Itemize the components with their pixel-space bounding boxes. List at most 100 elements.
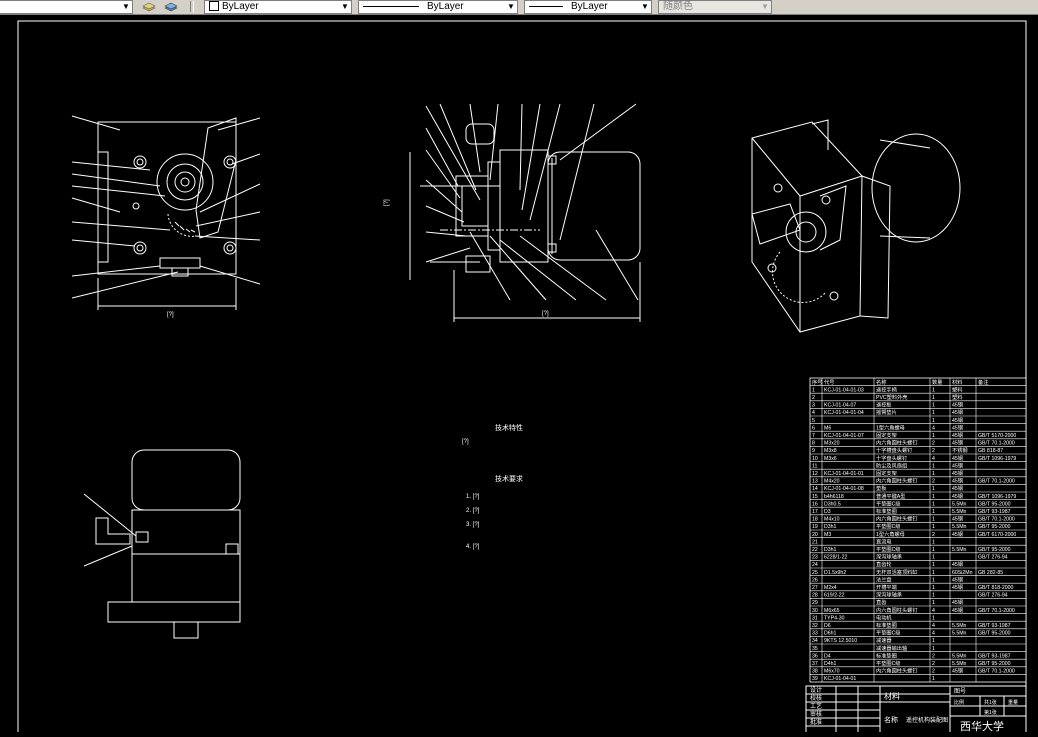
bom-cell: 平垫圈C级 bbox=[876, 499, 901, 507]
bom-cell: 37 bbox=[812, 661, 818, 667]
bom-cell: KCJ-01-04-07 bbox=[824, 403, 856, 409]
bom-cell: 28 bbox=[812, 593, 818, 599]
bom-cell: 1 bbox=[932, 395, 935, 401]
bom-cell: 直齿轮 bbox=[876, 560, 892, 568]
bom-cell: 6228/1-22 bbox=[824, 555, 847, 561]
bom-cell: 塑料 bbox=[952, 385, 962, 393]
bom-cell: 2 bbox=[932, 441, 935, 447]
bom-cell: 5.5Mn bbox=[952, 661, 967, 667]
bom-cell: 38 bbox=[812, 669, 818, 675]
bom-cell: 30 bbox=[812, 608, 818, 614]
lineweight-dropdown[interactable]: ByLayer ▼ bbox=[524, 0, 652, 14]
bom-cell: 45钢 bbox=[952, 454, 963, 462]
bom-cell: 9 bbox=[812, 448, 815, 454]
bom-cell: 1 bbox=[932, 387, 935, 393]
bom-cell: 31 bbox=[812, 615, 818, 621]
bom-cell: 平垫圈C级 bbox=[876, 545, 901, 553]
chevron-down-icon[interactable]: ▼ bbox=[640, 1, 650, 13]
layer-previous-icon[interactable] bbox=[163, 0, 179, 12]
bom-cell: KCJ-01-04-01-07 bbox=[824, 433, 864, 439]
bom-cell: 2 bbox=[932, 532, 935, 538]
bom-cell: 1 bbox=[932, 615, 935, 621]
bom-cell: D3h1 bbox=[824, 547, 837, 553]
bom-cell: 13 bbox=[812, 479, 818, 485]
bom-cell: 遥控手柄 bbox=[876, 385, 897, 393]
bom-cell: 1 bbox=[932, 471, 935, 477]
bom-cell: D1.5x9h2 bbox=[824, 570, 846, 576]
bom-cell: 6 bbox=[812, 425, 815, 431]
bom-cell: 9KTS 12.5010 bbox=[824, 638, 857, 644]
linetype-dropdown[interactable]: ByLayer ▼ bbox=[358, 0, 518, 14]
technical-requirement-item: 2. [?] bbox=[466, 508, 480, 514]
bom-cell: 1 bbox=[932, 676, 935, 682]
side-view: [?] [?] bbox=[384, 103, 641, 322]
bom-cell: 1 bbox=[932, 593, 935, 599]
bom-cell: GB/T 95-2000 bbox=[978, 661, 1011, 667]
bom-cell: 无杆双活塞顶料缸 bbox=[876, 568, 918, 576]
technical-characteristics-body: [?] bbox=[462, 439, 469, 445]
bom-cell: 19 bbox=[812, 524, 818, 530]
bom-cell: 1 bbox=[812, 387, 815, 393]
bom-cell: 1 bbox=[932, 410, 935, 416]
bom-cell: 18 bbox=[812, 517, 818, 523]
layer-stack-icon[interactable] bbox=[142, 0, 156, 12]
lineweight-value: ByLayer bbox=[571, 1, 608, 12]
review-label: 审核 bbox=[810, 710, 822, 718]
bom-cell: 4 bbox=[932, 623, 935, 629]
technical-notes: 技术特性 [?] 技术要求 1. [?] 2. [?] 3. [?] 4. [?… bbox=[462, 423, 523, 550]
bom-cell: 45钢 bbox=[952, 469, 963, 477]
bom-header-cell: 名称 bbox=[876, 378, 886, 386]
bom-cell: PVC塑料外壳 bbox=[876, 393, 907, 401]
bom-cell: 24 bbox=[812, 562, 818, 568]
bom-cell: 2 bbox=[932, 669, 935, 675]
bom-cell: GB/T 70.1-2000 bbox=[978, 608, 1015, 614]
bom-cell: 17 bbox=[812, 509, 818, 515]
bom-cell: 标准垫圈 bbox=[876, 507, 897, 515]
drawing-number-label: 图号 bbox=[954, 688, 966, 695]
bom-cell: 内六角圆柱头螺钉 bbox=[876, 667, 918, 675]
bom-cell: 5.5Mn bbox=[952, 631, 967, 637]
bom-cell: 1 bbox=[932, 463, 935, 469]
bom-cell: 5.5Mn bbox=[952, 547, 967, 553]
bom-cell: 34 bbox=[812, 638, 818, 644]
bom-cell: 45钢 bbox=[952, 606, 963, 614]
drawing-name: 遥控机构装配图 bbox=[906, 716, 948, 724]
bom-header-cell: 材料 bbox=[952, 378, 962, 386]
color-value: ByLayer bbox=[222, 1, 259, 12]
bom-cell: 1型六角螺母 bbox=[876, 423, 905, 431]
technical-requirement-item: 3. [?] bbox=[466, 522, 480, 528]
cad-drawing[interactable]: [?] [?] [?] 序号 代号 名称 数量 材料 备注1 KCJ-01-04… bbox=[0, 15, 1038, 735]
bom-cell: 深沟球轴承 bbox=[876, 553, 903, 561]
bom-cell: GB/T 70.1-2000 bbox=[978, 669, 1015, 675]
bom-cell: 45钢 bbox=[952, 431, 963, 439]
bom-cell: GB/T 276-94 bbox=[978, 593, 1008, 599]
weight-label: 重量 bbox=[1008, 699, 1018, 706]
material-label: 材料 bbox=[884, 691, 900, 701]
color-dropdown[interactable]: ByLayer ▼ bbox=[204, 0, 352, 14]
bom-cell: 7 bbox=[812, 433, 815, 439]
bom-cell: 32 bbox=[812, 623, 818, 629]
bom-cell: 5.5Mn bbox=[952, 524, 967, 530]
bom-cell: 45钢 bbox=[952, 401, 963, 409]
bom-cell: 36 bbox=[812, 653, 818, 659]
chevron-down-icon[interactable]: ▼ bbox=[340, 1, 350, 13]
bom-cell: 39 bbox=[812, 676, 818, 682]
bom-cell: 45钢 bbox=[952, 408, 963, 416]
drawing-canvas[interactable]: [?] [?] [?] 序号 代号 名称 数量 材料 备注 1 KCJ-01-0… bbox=[0, 15, 1038, 735]
color-swatch-icon bbox=[209, 1, 219, 12]
bom-cell: 减速器输出轴 bbox=[876, 644, 907, 652]
bom-cell: 4 bbox=[932, 456, 935, 462]
total-sheets-label: 共1张 bbox=[984, 699, 997, 706]
bom-cell: 45钢 bbox=[952, 530, 963, 538]
bom-cell: 1 bbox=[932, 403, 935, 409]
chevron-down-icon[interactable]: ▼ bbox=[121, 1, 131, 13]
bom-cell: 1 bbox=[932, 418, 935, 424]
motor-body bbox=[547, 151, 641, 261]
bom-cell: 4 bbox=[812, 410, 815, 416]
bom-cell: 标准垫圈 bbox=[876, 621, 897, 629]
chevron-down-icon[interactable]: ▼ bbox=[506, 1, 516, 13]
layer-dropdown[interactable]: ▼ bbox=[0, 0, 133, 14]
bom-cell: 5.5Mn bbox=[952, 653, 967, 659]
bom-cell: 45钢 bbox=[952, 439, 963, 447]
bom-cell: 2 bbox=[932, 653, 935, 659]
